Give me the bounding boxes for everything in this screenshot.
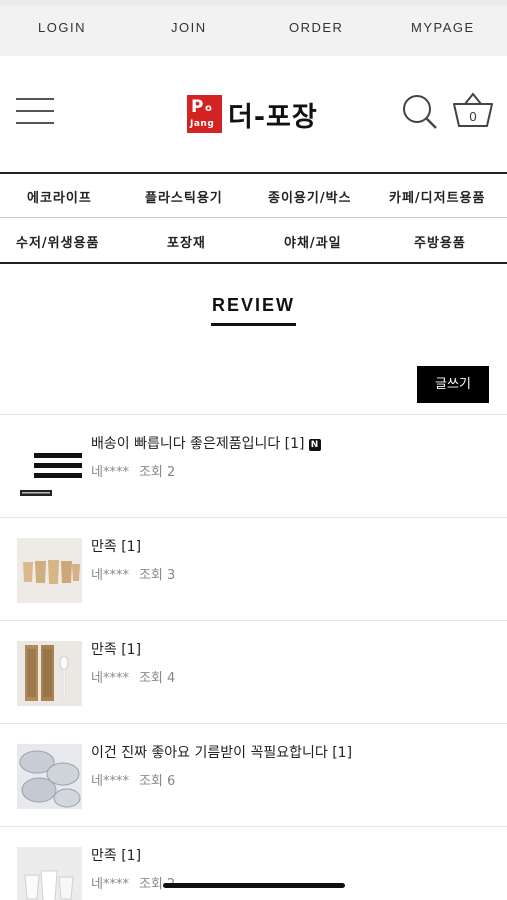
- login-link[interactable]: LOGIN: [38, 20, 86, 35]
- review-views: 조회 4: [138, 671, 176, 686]
- review-author: 네****: [91, 671, 129, 686]
- review-title-text: 배송이 빠릅니다 좋은제품입니다 [1]: [91, 436, 305, 452]
- new-badge: N: [308, 439, 321, 451]
- review-meta: 네**** 조회 4: [91, 667, 175, 686]
- mypage-link[interactable]: MYPAGE: [411, 20, 475, 35]
- cart-count: 0: [469, 109, 476, 124]
- hamburger-menu-icon[interactable]: [16, 98, 54, 124]
- logo-text: 더-포장: [228, 101, 318, 133]
- category-cutlery-hygiene[interactable]: 수저/위생용품: [16, 232, 100, 251]
- logo-mark-o: o: [205, 103, 212, 114]
- review-views: 조회 2: [138, 465, 176, 480]
- category-eco-life[interactable]: 에코라이프: [27, 187, 92, 206]
- category-paper-containers[interactable]: 종이용기/박스: [268, 187, 352, 206]
- site-logo[interactable]: P o Jang 더-포장: [187, 94, 318, 134]
- logo-mark-p: P: [191, 97, 204, 117]
- shopping-basket-icon[interactable]: 0: [452, 92, 494, 128]
- home-indicator: [163, 883, 345, 888]
- review-thumbnail: [17, 641, 82, 706]
- logo-mark-jang: Jang: [190, 119, 215, 129]
- order-link[interactable]: ORDER: [289, 20, 343, 35]
- review-views: 조회 6: [138, 774, 176, 789]
- review-thumbnail: [17, 435, 82, 500]
- review-author: 네****: [91, 774, 129, 789]
- review-meta: 네**** 조회 3: [91, 564, 175, 583]
- review-title: 만족 [1]: [91, 642, 142, 658]
- review-list-item[interactable]: 만족 [1] 네**** 조회 4: [0, 620, 507, 723]
- top-utility-bar: LOGIN JOIN ORDER MYPAGE: [0, 0, 507, 56]
- logo-mark: P o Jang: [187, 95, 222, 133]
- title-underline: [211, 323, 296, 326]
- review-list-item[interactable]: 배송이 빠릅니다 좋은제품입니다 [1] N 네**** 조회 2: [0, 414, 507, 517]
- review-author: 네****: [91, 465, 129, 480]
- review-title: 배송이 빠릅니다 좋은제품입니다 [1] N: [91, 433, 321, 453]
- review-meta: 네**** 조회 6: [91, 770, 175, 789]
- category-row: 수저/위생용품 포장재 야채/과일 주방용품: [0, 219, 507, 263]
- review-thumbnail: [17, 744, 82, 809]
- category-row: 에코라이프 플라스틱용기 종이용기/박스 카페/디저트용품: [0, 174, 507, 218]
- review-title: 이건 진짜 좋아요 기름받이 꼭필요합니다 [1]: [91, 745, 353, 761]
- review-meta: 네**** 조회 2: [91, 461, 175, 480]
- join-link[interactable]: JOIN: [171, 20, 207, 35]
- category-packaging[interactable]: 포장재: [167, 232, 206, 251]
- category-nav: 에코라이프 플라스틱용기 종이용기/박스 카페/디저트용품 수저/위생용품 포장…: [0, 172, 507, 264]
- review-thumbnail: [17, 847, 82, 900]
- review-thumbnail: [17, 538, 82, 603]
- review-list-item[interactable]: 만족 [1] 네**** 조회 2: [0, 826, 507, 900]
- review-views: 조회 3: [138, 568, 176, 583]
- review-author: 네****: [91, 568, 129, 583]
- search-icon[interactable]: [402, 94, 438, 130]
- category-kitchenware[interactable]: 주방용품: [414, 232, 466, 251]
- review-list-item[interactable]: 만족 [1] 네**** 조회 3: [0, 517, 507, 620]
- review-title: 만족 [1]: [91, 539, 142, 555]
- review-author: 네****: [91, 877, 129, 892]
- review-meta: 네**** 조회 2: [91, 873, 175, 892]
- write-review-button[interactable]: 글쓰기: [417, 366, 489, 403]
- category-cafe-dessert[interactable]: 카페/디저트용품: [389, 187, 485, 206]
- page-title: REVIEW: [211, 295, 295, 315]
- review-list-item[interactable]: 이건 진짜 좋아요 기름받이 꼭필요합니다 [1] 네**** 조회 6: [0, 723, 507, 826]
- category-plastic-containers[interactable]: 플라스틱용기: [145, 187, 223, 206]
- review-title: 만족 [1]: [91, 848, 142, 864]
- site-header: P o Jang 더-포장 0: [0, 56, 507, 172]
- category-vegetable-fruit[interactable]: 야채/과일: [284, 232, 342, 251]
